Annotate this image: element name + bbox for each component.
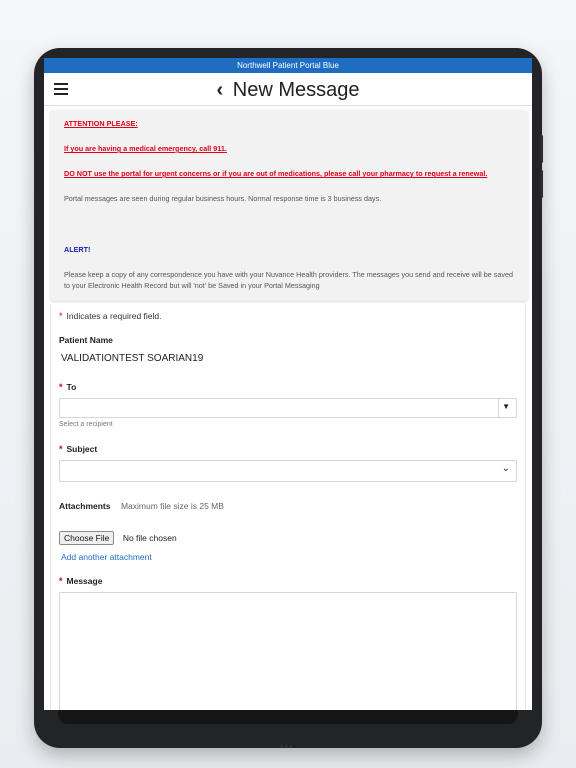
volume-button (540, 170, 543, 198)
patient-label: Patient Name (59, 335, 113, 345)
required-note: * Indicates a required field. (59, 311, 162, 321)
chevron-left-icon[interactable]: ‹ (217, 79, 224, 101)
page-title-wrap: ‹ New Message (44, 79, 532, 102)
nav-bar: ‹ New Message (44, 73, 532, 106)
subject-label: * Subject (59, 444, 98, 454)
page-title: New Message (232, 79, 360, 101)
to-hint: Select a recipient (59, 421, 113, 428)
caret-down-icon: ▼ (502, 402, 510, 411)
volume-button (540, 135, 543, 163)
file-picker: Choose File No file chosen (59, 528, 517, 546)
attention-heading: ATTENTION PLEASE: (64, 119, 138, 128)
message-textarea[interactable] (59, 592, 517, 710)
patient-value: VALIDATIONTEST SOARIAN19 (61, 353, 204, 364)
subject-select[interactable]: ⌄ (59, 460, 517, 482)
emergency-notice: If you are having a medical emergency, c… (64, 144, 227, 153)
to-label: * To (59, 382, 77, 392)
to-select[interactable]: ▼ (59, 398, 517, 418)
add-attachment-link[interactable]: Add another attachment (59, 552, 517, 562)
attachments-note: Maximum file size is 25 MB (120, 501, 224, 511)
notice-panel: ATTENTION PLEASE: If you are having a me… (50, 110, 528, 301)
dots-icon: ••• (280, 742, 294, 753)
status-bar: Northwell Patient Portal Blue (44, 58, 532, 73)
hours-notice: Portal messages are seen during regular … (64, 194, 382, 203)
required-star: * (59, 311, 63, 321)
attachments-label: Attachments (59, 501, 111, 511)
message-form: * Indicates a required field. Patient Nam… (50, 305, 526, 710)
file-status: No file chosen (122, 533, 177, 543)
urgent-notice: DO NOT use the portal for urgent concern… (64, 169, 488, 178)
attachments-row: Attachments Maximum file size is 25 MB (59, 496, 517, 514)
message-label: * Message (59, 576, 103, 586)
select-divider (498, 399, 499, 417)
chevron-down-icon: ⌄ (501, 463, 510, 474)
choose-file-button[interactable]: Choose File (59, 531, 115, 545)
bottom-bezel (58, 710, 518, 724)
alert-heading: ALERT! (64, 245, 91, 254)
status-bar-title: Northwell Patient Portal Blue (237, 61, 339, 70)
keep-copy-notice: Please keep a copy of any correspondence… (64, 270, 513, 290)
app-screen: Northwell Patient Portal Blue ‹ New Mess… (44, 58, 532, 710)
